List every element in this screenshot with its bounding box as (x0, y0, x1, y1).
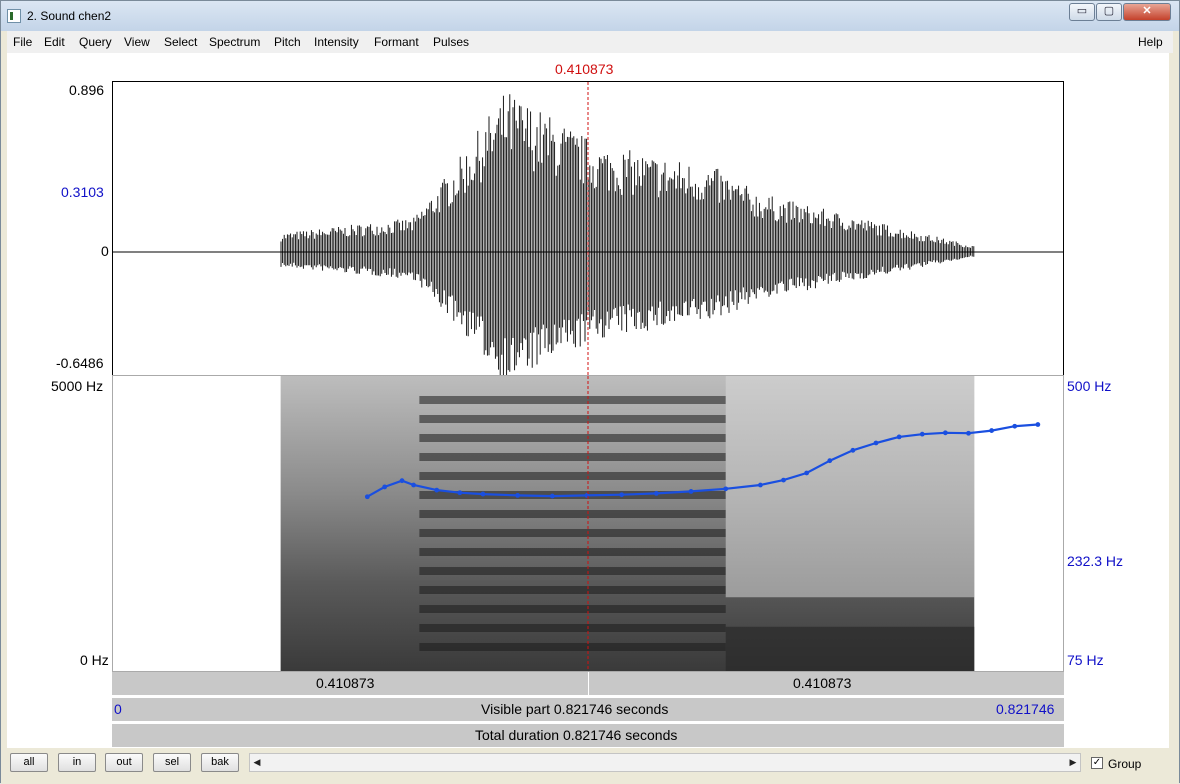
pitch-point (1035, 422, 1041, 427)
waveform-ymin-label: -0.6486 (56, 355, 104, 371)
spectrogram-freq-bottom-label: 0 Hz (80, 652, 109, 668)
pitch-point (515, 493, 521, 498)
spectrogram-low-band (725, 626, 975, 671)
pitch-point (549, 493, 555, 499)
menu-bar: File Edit Query View Select Spectrum Pit… (7, 31, 1173, 53)
pitch-point (382, 484, 388, 490)
cursor-time-label: 0.410873 (555, 61, 614, 77)
menu-query[interactable]: Query (79, 35, 112, 49)
visible-part-label: Visible part 0.821746 seconds (481, 701, 669, 717)
pitch-point (850, 447, 856, 453)
bottom-controls: all in out sel bak ◀ ▶ ✓ Group (1, 748, 1179, 784)
group-checkbox[interactable]: ✓ (1091, 757, 1103, 769)
zoom-back-button[interactable]: bak (201, 753, 239, 772)
spectrogram-freq-top-label: 5000 Hz (51, 378, 104, 394)
menu-pulses[interactable]: Pulses (433, 35, 469, 49)
zoom-all-button[interactable]: all (10, 753, 48, 772)
spectrogram-harmonic-band (419, 396, 726, 404)
spectrogram-harmonic-band (419, 472, 726, 480)
menu-help[interactable]: Help (1138, 35, 1163, 49)
visible-end-label: 0.821746 (996, 701, 1055, 717)
spectrogram-harmonic-band (419, 567, 726, 575)
pitch-point (919, 431, 925, 437)
spectrogram-harmonic-band (419, 586, 726, 594)
waveform-cursor-value-label: 0.3103 (61, 184, 104, 200)
spectrogram-harmonic-band (419, 529, 726, 537)
pitch-point (653, 491, 659, 496)
scroll-left-icon[interactable]: ◀ (250, 754, 264, 771)
waveform-panel[interactable] (112, 81, 1064, 376)
time-bar-left-half[interactable]: 0.410873 (112, 672, 588, 695)
zoom-selection-button[interactable]: sel (153, 753, 191, 772)
visible-start-label: 0 (114, 701, 122, 717)
window-title: 2. Sound chen2 (27, 9, 112, 23)
pitch-point (1012, 423, 1018, 429)
pitch-point (942, 430, 948, 436)
spectrogram-panel[interactable] (112, 375, 1064, 672)
time-bar-right-label: 0.410873 (793, 675, 852, 691)
pitch-bottom-label: 75 Hz (1067, 652, 1104, 668)
maximize-icon[interactable]: ▢ (1096, 3, 1122, 21)
menu-pitch[interactable]: Pitch (274, 35, 301, 49)
waveform-ymax-label: 0.896 (69, 82, 105, 98)
pitch-point (584, 493, 590, 498)
title-bar: 2. Sound chen2 ▭ ▢ ✕ (1, 1, 1179, 31)
menu-formant[interactable]: Formant (374, 35, 419, 49)
pitch-point (723, 486, 729, 492)
waveform-plot (113, 82, 1063, 375)
praat-sound-window: 2. Sound chen2 ▭ ▢ ✕ File Edit Query Vie… (0, 0, 1180, 784)
pitch-point (896, 434, 902, 440)
pitch-point (457, 490, 463, 496)
pitch-point (781, 477, 786, 483)
spectrogram-harmonic-band (419, 624, 726, 632)
pitch-point (966, 430, 971, 436)
pitch-point (364, 494, 370, 500)
pitch-point (619, 492, 625, 498)
visible-part-bar[interactable]: 0 Visible part 0.821746 seconds 0.821746 (112, 698, 1064, 721)
total-duration-bar[interactable]: Total duration 0.821746 seconds (112, 724, 1064, 747)
waveform-zero-label: 0 (101, 243, 109, 259)
pitch-cursor-label: 232.3 Hz (1067, 553, 1124, 569)
pitch-point (758, 482, 763, 488)
right-border (1169, 53, 1179, 748)
menu-select[interactable]: Select (164, 35, 197, 49)
sound-editor-area: 0.410873 0.896 0.3103 0 -0.6486 5000 Hz … (7, 53, 1169, 748)
group-label: Group (1108, 757, 1142, 771)
pitch-point (399, 478, 405, 484)
zoom-in-button[interactable]: in (58, 753, 96, 772)
spectrogram-harmonic-band (419, 510, 726, 518)
menu-view[interactable]: View (124, 35, 150, 49)
minimize-icon[interactable]: ▭ (1069, 3, 1095, 21)
spectrogram-harmonic-band (419, 643, 726, 651)
pitch-point (480, 491, 486, 497)
zoom-out-button[interactable]: out (105, 753, 143, 772)
waveform-trace (280, 94, 975, 375)
menu-edit[interactable]: Edit (44, 35, 65, 49)
pitch-point (688, 489, 694, 494)
spectrogram-harmonic-band (419, 434, 726, 442)
spectrogram-fricative-region (725, 376, 975, 598)
close-icon[interactable]: ✕ (1123, 3, 1171, 21)
time-bar-right-half[interactable]: 0.410873 (589, 672, 1064, 695)
pitch-top-label: 500 Hz (1067, 378, 1112, 394)
pitch-point (804, 470, 810, 476)
pitch-point (873, 440, 879, 446)
pitch-point (411, 482, 416, 488)
spectrogram-harmonic-band (419, 453, 726, 461)
menu-spectrum[interactable]: Spectrum (209, 35, 260, 49)
spectrogram-harmonic-band (419, 548, 726, 556)
pitch-point (989, 428, 995, 433)
menu-intensity[interactable]: Intensity (314, 35, 359, 49)
horizontal-scrollbar[interactable]: ◀ ▶ (249, 753, 1081, 772)
spectrogram-plot (280, 376, 1041, 671)
app-icon (7, 9, 21, 23)
time-bar-left-label: 0.410873 (316, 675, 375, 691)
scroll-right-icon[interactable]: ▶ (1066, 754, 1080, 771)
spectrogram-harmonic-band (419, 605, 726, 613)
spectrogram-harmonic-band (419, 415, 726, 423)
menu-file[interactable]: File (13, 35, 32, 49)
pitch-point (827, 458, 833, 464)
pitch-point (434, 487, 440, 493)
total-duration-label: Total duration 0.821746 seconds (475, 727, 678, 743)
